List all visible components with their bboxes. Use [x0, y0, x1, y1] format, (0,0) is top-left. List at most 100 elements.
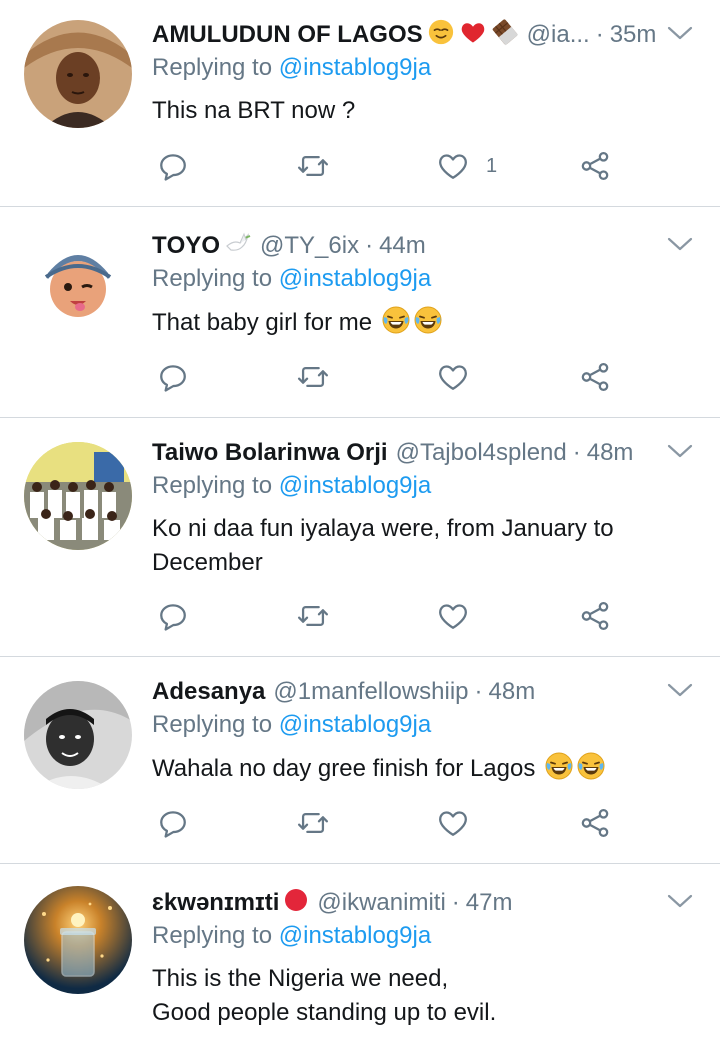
reply-icon: [156, 599, 190, 633]
display-name[interactable]: ɛkwənɪmɪti: [152, 887, 309, 920]
reply-button[interactable]: [156, 803, 190, 843]
avatar[interactable]: [24, 681, 132, 789]
separator-dot: ·: [572, 439, 581, 466]
like-button[interactable]: [436, 803, 470, 843]
reply-icon: [156, 806, 190, 840]
share-button[interactable]: [578, 803, 612, 843]
display-name[interactable]: Taiwo Bolarinwa Orji: [152, 439, 388, 467]
timestamp[interactable]: 48m: [489, 678, 536, 706]
separator-dot: ·: [595, 21, 604, 48]
avatar[interactable]: [24, 886, 132, 994]
like-icon: [436, 149, 470, 183]
avatar[interactable]: [24, 442, 132, 550]
red-heart-emoji-icon: [459, 18, 487, 53]
timestamp[interactable]: 35m: [610, 21, 657, 49]
share-button[interactable]: [578, 596, 612, 636]
retweet-button[interactable]: [296, 146, 330, 186]
tweet-header: Adesanya @1manfellowshiip · 48m: [152, 673, 535, 711]
divider: [0, 863, 720, 864]
reply-icon: [156, 149, 190, 183]
tears-of-joy-emoji-icon: [381, 305, 411, 335]
tweet-header: AMULUDUN OF LAGOS @ia... · 35m: [152, 16, 656, 54]
tears-of-joy-emoji-icon: [544, 751, 574, 781]
user-handle[interactable]: @1manfellowshiip: [273, 678, 468, 706]
replying-to: Replying to @instablog9ja: [152, 922, 431, 950]
red-circle-emoji-icon: [283, 887, 309, 920]
chevron-down-icon[interactable]: [666, 679, 694, 701]
display-name[interactable]: AMULUDUN OF LAGOS: [152, 18, 519, 53]
chevron-down-icon[interactable]: [666, 22, 694, 44]
like-button[interactable]: [436, 357, 470, 397]
like-icon: [436, 806, 470, 840]
separator-dot: ·: [451, 889, 460, 916]
replying-to: Replying to @instablog9ja: [152, 265, 431, 293]
timestamp[interactable]: 44m: [379, 232, 426, 260]
share-icon: [578, 806, 612, 840]
chocolate-bar-emoji-icon: [491, 18, 519, 53]
display-name-text: ɛkwənɪmɪti: [152, 889, 280, 916]
replying-to-label: Replying to: [152, 472, 273, 499]
chevron-down-icon[interactable]: [666, 233, 694, 255]
chevron-down-icon[interactable]: [666, 440, 694, 462]
retweet-icon: [296, 149, 330, 183]
replying-to-label: Replying to: [152, 54, 273, 81]
divider: [0, 206, 720, 207]
avatar[interactable]: [24, 20, 132, 128]
tweet-text: This na BRT now ?: [152, 94, 692, 128]
reply-button[interactable]: [156, 146, 190, 186]
tweet-text-content: Wahala no day gree finish for Lagos: [152, 755, 536, 782]
retweet-icon: [296, 599, 330, 633]
timestamp[interactable]: 48m: [587, 439, 634, 467]
like-icon: [436, 360, 470, 394]
avatar[interactable]: [24, 227, 132, 335]
user-handle[interactable]: @ikwanimiti: [317, 889, 445, 917]
chevron-down-icon[interactable]: [666, 890, 694, 912]
retweet-button[interactable]: [296, 357, 330, 397]
replying-to: Replying to @instablog9ja: [152, 711, 431, 739]
user-handle[interactable]: @Tajbol4splend: [396, 439, 567, 467]
tweet-text: Ko ni daa fun iyalaya were, from January…: [152, 512, 652, 580]
share-button[interactable]: [578, 146, 612, 186]
display-name-text: AMULUDUN OF LAGOS: [152, 21, 423, 48]
replying-to-label: Replying to: [152, 922, 273, 949]
mention-link[interactable]: @instablog9ja: [279, 922, 431, 949]
display-name-text: TΟYΟ: [152, 232, 221, 259]
share-button[interactable]: [578, 357, 612, 397]
user-handle[interactable]: @ia...: [527, 21, 590, 49]
tweet-text: Wahala no day gree finish for Lagos: [152, 751, 692, 786]
retweet-button[interactable]: [296, 596, 330, 636]
like-icon: [436, 599, 470, 633]
dove-emoji-icon: [224, 230, 252, 263]
like-button[interactable]: 1: [436, 146, 497, 186]
mention-link[interactable]: @instablog9ja: [279, 265, 431, 292]
tweet-text-content: This na BRT now ?: [152, 97, 356, 124]
replying-to-label: Replying to: [152, 711, 273, 738]
like-count: 1: [486, 154, 498, 177]
like-button[interactable]: [436, 596, 470, 636]
mention-link[interactable]: @instablog9ja: [279, 472, 431, 499]
tweet-text-content: That baby girl for me: [152, 309, 373, 336]
retweet-icon: [296, 806, 330, 840]
replying-to: Replying to @instablog9ja: [152, 54, 431, 82]
separator-dot: ·: [474, 678, 483, 705]
reply-button[interactable]: [156, 357, 190, 397]
mention-link[interactable]: @instablog9ja: [279, 54, 431, 81]
timestamp[interactable]: 47m: [466, 889, 513, 917]
tears-of-joy-emoji-icon: [576, 751, 606, 781]
display-name[interactable]: TΟYΟ: [152, 230, 252, 263]
action-bar: 1: [152, 146, 632, 186]
avatar-image: [24, 442, 132, 550]
retweet-icon: [296, 360, 330, 394]
user-handle[interactable]: @TY_6ix: [260, 232, 359, 260]
tweet-header: Taiwo Bolarinwa Orji @Tajbol4splend · 48…: [152, 434, 633, 472]
share-icon: [578, 599, 612, 633]
tweet-text-content: Ko ni daa fun iyalaya were, from January…: [152, 515, 614, 576]
avatar-image: [24, 681, 132, 789]
relieved-face-emoji-icon: [427, 18, 455, 53]
separator-dot: ·: [365, 232, 374, 259]
replying-to-label: Replying to: [152, 265, 273, 292]
display-name[interactable]: Adesanya: [152, 678, 265, 706]
retweet-button[interactable]: [296, 803, 330, 843]
reply-button[interactable]: [156, 596, 190, 636]
mention-link[interactable]: @instablog9ja: [279, 711, 431, 738]
